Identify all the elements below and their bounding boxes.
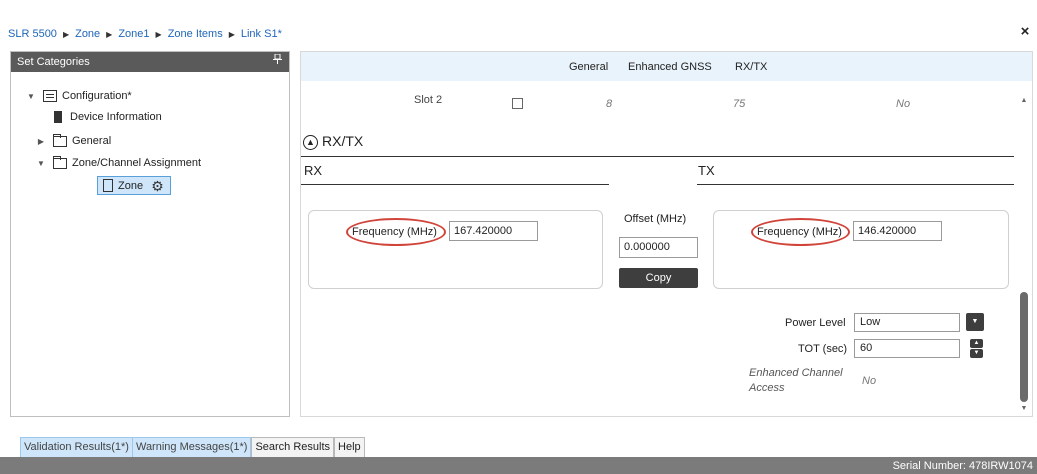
breadcrumb: SLR 5500 ▶ Zone ▶ Zone1 ▶ Zone Items ▶ L…: [8, 27, 282, 41]
tx-divider: [697, 184, 1014, 185]
tab-general[interactable]: General: [569, 61, 608, 73]
rx-frequency-label: Frequency (MHz): [352, 226, 437, 238]
copy-button[interactable]: Copy: [619, 268, 698, 288]
tab-validation-results[interactable]: Validation Results(1*): [20, 437, 133, 457]
eca-value: No: [862, 375, 877, 387]
tot-label: TOT (sec): [798, 343, 848, 355]
tx-title: TX: [698, 163, 715, 178]
scroll-up-icon[interactable]: ▲: [1018, 96, 1030, 106]
tab-help[interactable]: Help: [334, 437, 365, 457]
device-icon: [54, 111, 62, 123]
tx-frequency-label: Frequency (MHz): [757, 226, 842, 238]
gear-icon[interactable]: ⚙: [151, 179, 164, 193]
slot-checkbox[interactable]: [512, 98, 523, 109]
offset-input[interactable]: 0.000000: [619, 237, 698, 258]
tree-item-zone[interactable]: Zone ⚙: [97, 176, 171, 195]
serial-number: Serial Number: 478IRW1074: [892, 460, 1033, 472]
expand-down-icon[interactable]: ▼: [25, 92, 37, 101]
status-bar: Serial Number: 478IRW1074: [0, 457, 1037, 474]
stepper-down-icon[interactable]: ▼: [970, 349, 983, 358]
tree-item-general[interactable]: ▶ General: [35, 133, 112, 147]
expand-right-icon[interactable]: ▶: [35, 137, 47, 146]
rx-frequency-input[interactable]: 167.420000: [449, 221, 538, 241]
section-title-rxtx: RX/TX: [322, 133, 364, 149]
slot-value-b: 75: [733, 98, 746, 110]
expand-down-icon[interactable]: ▼: [35, 159, 47, 168]
breadcrumb-slr5500[interactable]: SLR 5500: [8, 28, 57, 40]
chevron-down-icon[interactable]: ▼: [966, 313, 984, 331]
collapse-up-icon[interactable]: ▲: [303, 135, 318, 150]
rx-divider: [301, 184, 609, 185]
tree-item-device-information[interactable]: Device Information: [51, 111, 162, 123]
breadcrumb-separator-icon: ▶: [228, 29, 235, 39]
tree-item-zone-channel-assignment[interactable]: ▼ Zone/Channel Assignment: [35, 155, 202, 169]
file-icon: [103, 179, 113, 192]
stepper-up-icon[interactable]: ▲: [970, 339, 983, 348]
breadcrumb-link-s1[interactable]: Link S1*: [241, 28, 282, 40]
tab-enhanced-gnss[interactable]: Enhanced GNSS: [628, 61, 712, 73]
tree-item-label: Configuration*: [62, 90, 132, 102]
tab-search-results[interactable]: Search Results: [251, 437, 335, 457]
slot-value-c: No: [896, 98, 911, 110]
slot-value-a: 8: [606, 98, 613, 110]
scroll-thumb[interactable]: [1020, 292, 1028, 402]
breadcrumb-zone1[interactable]: Zone1: [118, 28, 149, 40]
folder-icon: [53, 133, 67, 147]
breadcrumb-separator-icon: ▶: [155, 29, 162, 39]
tree-item-label: Zone/Channel Assignment: [72, 157, 202, 169]
set-categories-header: Set Categories: [11, 52, 289, 72]
tab-rxtx[interactable]: RX/TX: [735, 61, 767, 73]
tot-stepper[interactable]: ▲ ▼: [970, 339, 983, 358]
vertical-scrollbar[interactable]: ▲ ▼: [1018, 96, 1030, 414]
tree-item-configuration[interactable]: ▼ Configuration*: [25, 90, 132, 102]
close-icon[interactable]: ×: [1018, 24, 1032, 40]
divider: [301, 156, 1014, 157]
offset-label: Offset (MHz): [624, 213, 687, 225]
scroll-down-icon[interactable]: ▼: [1018, 404, 1030, 414]
pin-icon[interactable]: [273, 52, 282, 72]
breadcrumb-zone-items[interactable]: Zone Items: [168, 28, 223, 40]
set-categories-panel: Set Categories ▼ Configuration* Device I…: [10, 51, 290, 417]
tab-strip: General Enhanced GNSS RX/TX: [301, 52, 1032, 81]
tx-frequency-input[interactable]: 146.420000: [853, 221, 942, 241]
tree-item-label: General: [72, 135, 112, 147]
configuration-icon: [43, 90, 57, 102]
breadcrumb-separator-icon: ▶: [62, 29, 70, 39]
breadcrumb-zone[interactable]: Zone: [75, 28, 100, 40]
tot-input[interactable]: 60: [854, 339, 960, 358]
details-panel: General Enhanced GNSS RX/TX Slot 2 8 75 …: [300, 51, 1033, 417]
tree-item-label: Device Information: [70, 111, 162, 123]
panel-title: Set Categories: [17, 56, 90, 68]
power-level-select[interactable]: Low: [854, 313, 960, 332]
bottom-tabs: Validation Results(1*) Warning Messages(…: [20, 437, 365, 457]
breadcrumb-separator-icon: ▶: [106, 29, 113, 39]
eca-label-line1: Enhanced Channel: [749, 367, 843, 379]
tab-warning-messages[interactable]: Warning Messages(1*): [132, 437, 252, 457]
power-level-label: Power Level: [785, 317, 846, 329]
rx-title: RX: [304, 163, 323, 178]
folder-icon: [53, 155, 67, 169]
eca-label-line2: Access: [749, 382, 785, 394]
slot-label: Slot 2: [414, 94, 443, 106]
tree-item-label: Zone: [118, 179, 144, 192]
